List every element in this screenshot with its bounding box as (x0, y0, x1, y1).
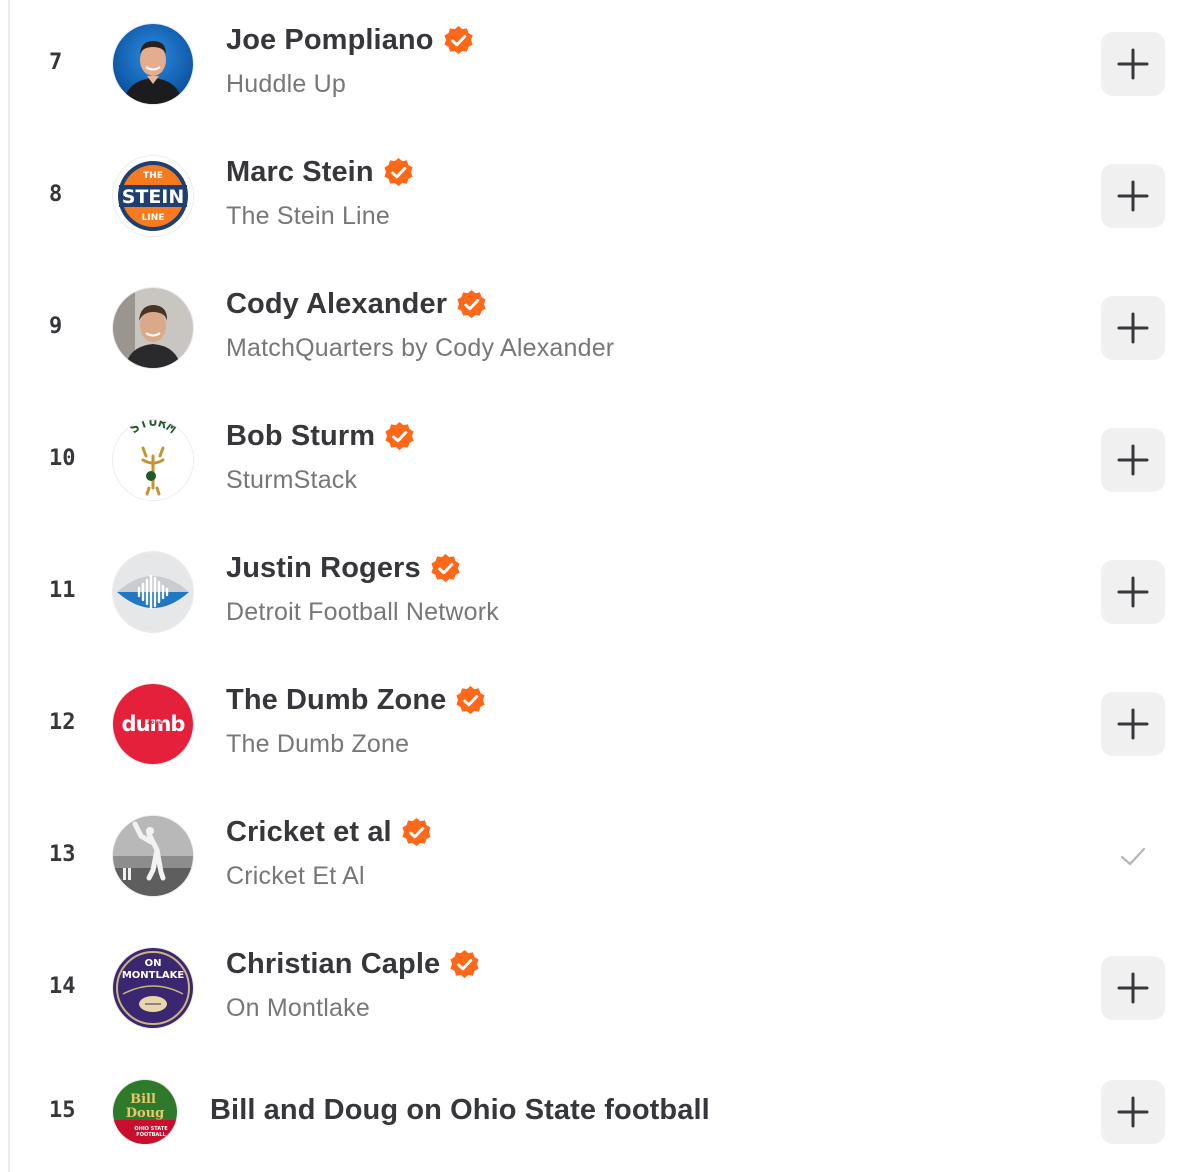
on-logo-text: ON (145, 958, 162, 969)
name-line: Justin Rogers (226, 552, 461, 585)
bill-and-doug-logo[interactable]: Bill Doug OHIO STATE FOOTBALL (113, 1080, 177, 1144)
cody-alexander-avatar[interactable] (113, 288, 193, 368)
rank-number: 15 (49, 1098, 76, 1123)
montlake-logo-text: MONTLAKE (122, 970, 185, 981)
plus-icon (1117, 576, 1149, 608)
doug-logo-text: Doug (126, 1106, 165, 1121)
list-item[interactable]: 13 Cricket et al Cricket Et Al (0, 792, 1202, 924)
stein-line-logo[interactable]: STEIN THE LINE (113, 156, 193, 236)
dumb-zone-logo[interactable]: dumb zone (113, 684, 193, 764)
name-line: The Dumb Zone (226, 684, 486, 717)
list-item[interactable]: 11 Justin Rogers Detroit Football Networ… (0, 528, 1202, 660)
plus-icon (1117, 312, 1149, 344)
author-name[interactable]: Cricket et al (226, 816, 392, 849)
verified-badge-icon (443, 25, 474, 56)
list-item[interactable]: 12 dumb zone The Dumb Zone The Dumb Zone (0, 660, 1202, 792)
leaderboard-list: 7 Joe Pompliano Huddle Up 8 STEIN THE LI… (0, 0, 1202, 1172)
author-name[interactable]: Bill and Doug on Ohio State football (210, 1094, 710, 1127)
list-item[interactable]: 15 Bill Doug OHIO STATE FOOTBALL Bill an… (0, 1056, 1202, 1172)
subscribe-button[interactable] (1101, 164, 1165, 228)
list-item[interactable]: 10 STURM Bob Sturm SturmStack (0, 396, 1202, 528)
subscribe-button[interactable] (1101, 1080, 1165, 1144)
author-name[interactable]: Cody Alexander (226, 288, 447, 321)
publication-name[interactable]: Cricket Et Al (226, 862, 365, 891)
name-line: Cricket et al (226, 816, 432, 849)
author-name[interactable]: Christian Caple (226, 948, 440, 981)
plus-icon (1117, 708, 1149, 740)
subscribe-button[interactable] (1101, 692, 1165, 756)
rank-number: 12 (49, 710, 76, 735)
sturm-logo[interactable]: STURM (113, 420, 193, 500)
verified-badge-icon (384, 421, 415, 452)
subscribe-button[interactable] (1101, 296, 1165, 360)
plus-icon (1117, 972, 1149, 1004)
subscribe-button[interactable] (1101, 956, 1165, 1020)
rank-number: 14 (49, 974, 76, 999)
publication-name[interactable]: The Dumb Zone (226, 730, 409, 759)
author-name[interactable]: Justin Rogers (226, 552, 421, 585)
rank-number: 7 (49, 50, 63, 75)
plus-icon (1117, 180, 1149, 212)
list-item[interactable]: 7 Joe Pompliano Huddle Up (0, 0, 1202, 132)
plus-icon (1117, 444, 1149, 476)
list-item[interactable]: 9 Cody Alexander MatchQuarters by Cody A… (0, 264, 1202, 396)
rank-number: 8 (49, 182, 63, 207)
author-name[interactable]: The Dumb Zone (226, 684, 446, 717)
name-line: Joe Pompliano (226, 24, 474, 57)
cricket-photo[interactable] (113, 816, 193, 896)
name-line: Bob Sturm (226, 420, 415, 453)
name-line: Cody Alexander (226, 288, 487, 321)
on-montlake-logo[interactable]: ON MONTLAKE (113, 948, 193, 1028)
publication-name[interactable]: On Montlake (226, 994, 370, 1023)
list-item[interactable]: 8 STEIN THE LINE Marc Stein The Stein Li… (0, 132, 1202, 264)
rank-number: 13 (49, 842, 76, 867)
verified-badge-icon (455, 685, 486, 716)
plus-icon (1117, 1096, 1149, 1128)
publication-name[interactable]: Detroit Football Network (226, 598, 499, 627)
subscribed-check-icon[interactable] (1117, 840, 1149, 872)
rank-number: 9 (49, 314, 63, 339)
plus-icon (1117, 48, 1149, 80)
zone-logo-text: zone (147, 719, 163, 726)
publication-name[interactable]: The Stein Line (226, 202, 390, 231)
detroit-football-network-logo[interactable] (113, 552, 193, 632)
name-line: Christian Caple (226, 948, 480, 981)
stein-logo-top-text: THE (143, 171, 163, 181)
publication-name[interactable]: Huddle Up (226, 70, 346, 99)
stein-logo-bottom-text: LINE (142, 213, 165, 223)
publication-name[interactable]: MatchQuarters by Cody Alexander (226, 334, 614, 363)
verified-badge-icon (383, 157, 414, 188)
stein-logo-text: STEIN (122, 186, 185, 208)
bill-logo-text: Bill (130, 1092, 156, 1107)
author-name[interactable]: Bob Sturm (226, 420, 375, 453)
subscribe-button[interactable] (1101, 428, 1165, 492)
publication-name[interactable]: SturmStack (226, 466, 357, 495)
name-line: Marc Stein (226, 156, 414, 189)
verified-badge-icon (401, 817, 432, 848)
rank-number: 11 (49, 578, 76, 603)
subscribe-button[interactable] (1101, 32, 1165, 96)
joe-pompliano-avatar[interactable] (113, 24, 193, 104)
rank-number: 10 (49, 446, 76, 471)
verified-badge-icon (456, 289, 487, 320)
list-item[interactable]: 14 ON MONTLAKE Christian Caple On Montla… (0, 924, 1202, 1056)
author-name[interactable]: Marc Stein (226, 156, 374, 189)
verified-badge-icon (430, 553, 461, 584)
subscribe-button[interactable] (1101, 560, 1165, 624)
author-name[interactable]: Joe Pompliano (226, 24, 434, 57)
verified-badge-icon (449, 949, 480, 980)
football-logo-text: FOOTBALL (136, 1132, 166, 1138)
name-line: Bill and Doug on Ohio State football (210, 1094, 710, 1127)
